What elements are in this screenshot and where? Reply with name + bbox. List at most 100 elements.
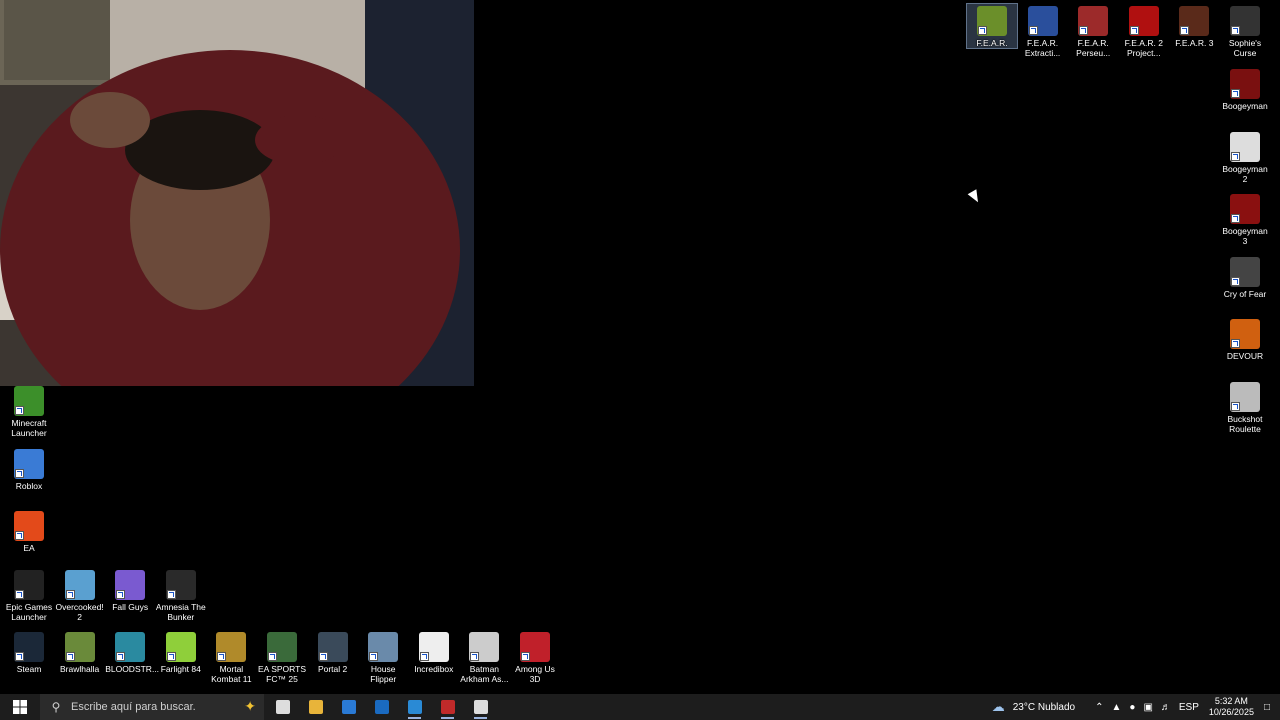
taskbar-file-explorer-button[interactable]	[299, 694, 332, 720]
desktop-icon-f-e-a-r[interactable]: F.E.A.R.	[966, 3, 1018, 49]
shortcut-arrow-icon	[268, 652, 277, 661]
desktop-icon-among-us-3d[interactable]: Among Us 3D	[510, 630, 560, 684]
shortcut-arrow-icon	[15, 652, 24, 661]
taskbar-search-box[interactable]: ⚲ Escribe aquí para buscar. ✦	[40, 694, 264, 720]
taskbar-task-view-button[interactable]	[266, 694, 299, 720]
desktop-icon-label: Mortal Kombat 11	[211, 664, 252, 684]
shortcut-arrow-icon	[1129, 26, 1139, 35]
portal-2-icon	[317, 632, 348, 662]
file-explorer-icon	[308, 700, 323, 714]
bloodstr-icon	[115, 632, 146, 662]
weather-icon[interactable]: ☁	[992, 699, 1005, 715]
desktop-icon-label: Among Us 3D	[515, 664, 555, 684]
desktop-icon-boogeyman[interactable]: Boogeyman	[1220, 67, 1270, 111]
desktop-icon-label: Portal 2	[317, 664, 348, 674]
speaker-icon[interactable]: ♬	[1161, 702, 1171, 713]
desktop-icon-cry-of-fear[interactable]: Cry of Fear	[1220, 255, 1270, 299]
desktop-icon-label: Incredibox	[414, 664, 454, 674]
shortcut-arrow-icon	[166, 652, 176, 661]
desktop-icon-label: Steam	[16, 664, 42, 674]
f-e-a-r-icon	[977, 6, 1007, 36]
weather-text[interactable]: 23°C Nublado	[1013, 702, 1075, 713]
sophie-s-curse-icon	[1230, 6, 1260, 36]
desktop-icon-label: Fall Guys	[112, 602, 149, 612]
desktop-icon-amnesia-the-bunker[interactable]: Amnesia The Bunker	[156, 568, 206, 622]
f-e-a-r-perseu-icon	[1078, 6, 1109, 36]
language-indicator[interactable]: ESP	[1179, 702, 1199, 713]
desktop-icon-boogeyman-2[interactable]: Boogeyman 2	[1220, 130, 1270, 184]
taskbar-microsoft-store-button[interactable]	[332, 694, 365, 720]
shortcut-arrow-icon	[1231, 339, 1240, 349]
microphone-icon[interactable]: ●	[1129, 702, 1135, 713]
display-icon[interactable]: ▣	[1143, 702, 1152, 713]
desktop-icon-ea-sports-fc-25[interactable]: EA SPORTS FC™ 25	[257, 630, 307, 684]
webcam-overlay	[0, 0, 474, 386]
desktop-icon-mortal-kombat-11[interactable]: Mortal Kombat 11	[206, 630, 256, 684]
desktop-icon-ea[interactable]: EA	[4, 509, 54, 553]
copilot-sparkle-icon[interactable]: ✦	[244, 698, 256, 715]
taskbar-outlook-button[interactable]	[365, 694, 398, 720]
tray-chevron-icon[interactable]: ⌃	[1095, 702, 1103, 713]
shortcut-arrow-icon	[15, 531, 24, 541]
clock[interactable]: 5:32 AM 10/26/2025	[1209, 696, 1254, 718]
taskbar-app-red-button[interactable]	[431, 694, 464, 720]
boogeyman-2-icon	[1230, 131, 1260, 162]
obs-icon	[473, 700, 488, 714]
clock-date: 10/26/2025	[1208, 707, 1254, 717]
shortcut-arrow-icon	[116, 590, 126, 599]
desktop-icon-label: Minecraft Launcher	[11, 418, 47, 438]
desktop-icon-roblox[interactable]: Roblox	[4, 447, 54, 491]
taskbar-obs-button[interactable]	[464, 694, 497, 720]
desktop-icon-label: EA SPORTS FC™ 25	[257, 664, 307, 684]
among-us-3d-icon	[520, 632, 550, 662]
desktop-icon-batman-arkham-as[interactable]: Batman Arkham As...	[459, 630, 509, 684]
desktop-icon-label: F.E.A.R. 3	[1175, 38, 1214, 48]
taskbar-app-blue-button[interactable]	[398, 694, 431, 720]
desktop-icon-bloodstr[interactable]: BLOODSTR...	[105, 630, 159, 674]
farlight-84-icon	[165, 632, 196, 662]
network-icon[interactable]: ▲	[1111, 702, 1121, 713]
clock-time: 5:32 AM	[1214, 696, 1248, 706]
shortcut-arrow-icon	[217, 652, 227, 661]
desktop-icon-sophie-s-curse[interactable]: Sophie's Curse	[1220, 4, 1270, 58]
desktop-icon-overcooked-2[interactable]: Overcooked! 2	[55, 568, 105, 622]
f-e-a-r-2-project-icon	[1128, 6, 1159, 36]
desktop-icon-portal-2[interactable]: Portal 2	[308, 630, 358, 674]
task-view-icon	[275, 700, 290, 714]
shortcut-arrow-icon	[65, 652, 75, 661]
epic-games-launcher-icon	[14, 570, 44, 600]
shortcut-arrow-icon	[978, 26, 987, 35]
overcooked-2-icon	[64, 570, 95, 600]
roblox-icon	[14, 448, 44, 479]
shortcut-arrow-icon	[419, 652, 429, 661]
desktop-icon-buckshot-roulette[interactable]: Buckshot Roulette	[1220, 380, 1270, 434]
shortcut-arrow-icon	[1231, 214, 1240, 224]
desktop-icon-f-e-a-r-3[interactable]: F.E.A.R. 3	[1169, 4, 1219, 48]
desktop-icon-boogeyman-3[interactable]: Boogeyman 3	[1220, 192, 1270, 246]
desktop-icon-incredibox[interactable]: Incredibox	[409, 630, 459, 674]
desktop-icon-label: Cry of Fear	[1223, 288, 1267, 299]
desktop-icon-house-flipper[interactable]: House Flipper	[358, 630, 408, 684]
desktop-icon-farlight-84[interactable]: Farlight 84	[156, 630, 206, 674]
shortcut-arrow-icon	[1231, 89, 1240, 98]
desktop-icon-minecraft-launcher[interactable]: Minecraft Launcher	[4, 384, 54, 438]
ea-sports-fc-25-icon	[267, 632, 297, 662]
desktop-icon-f-e-a-r-extracti[interactable]: F.E.A.R. Extracti...	[1018, 4, 1068, 58]
desktop-icon-steam[interactable]: Steam	[4, 630, 54, 674]
desktop-icon-f-e-a-r-perseu[interactable]: F.E.A.R. Perseu...	[1068, 4, 1118, 58]
start-button[interactable]	[0, 694, 40, 720]
desktop-icon-label: Batman Arkham As...	[460, 664, 509, 684]
boogeyman-icon	[1230, 69, 1260, 99]
desktop-icon-label: F.E.A.R.	[976, 38, 1008, 48]
desktop-icon-f-e-a-r-2-project[interactable]: F.E.A.R. 2 Project...	[1119, 4, 1169, 58]
shortcut-arrow-icon	[1231, 151, 1240, 161]
amnesia-the-bunker-icon	[165, 570, 196, 600]
desktop-icon-label: F.E.A.R. Perseu...	[1076, 38, 1111, 58]
notifications-icon[interactable]: □	[1264, 702, 1270, 713]
desktop-icon-epic-games-launcher[interactable]: Epic Games Launcher	[4, 568, 54, 622]
shortcut-arrow-icon	[166, 590, 176, 599]
desktop-icon-brawlhalla[interactable]: Brawlhalla	[55, 630, 105, 674]
shortcut-arrow-icon	[521, 652, 530, 661]
desktop-icon-devour[interactable]: DEVOUR	[1220, 317, 1270, 361]
desktop-icon-fall-guys[interactable]: Fall Guys	[105, 568, 155, 612]
